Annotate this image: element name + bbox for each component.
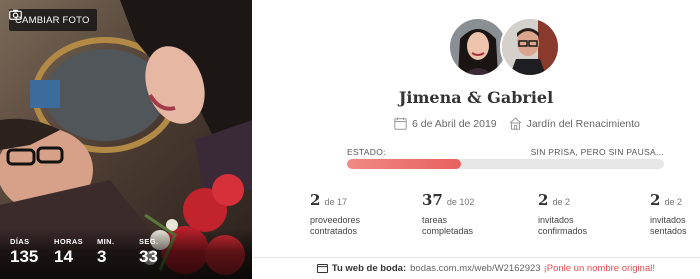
- status-value: SIN PRISA, PERO SIN PAUSA...: [530, 147, 664, 157]
- countdown-days: DÍAS 135: [10, 237, 40, 279]
- stat-desc-line1: invitados: [650, 215, 686, 225]
- groom-photo: [502, 19, 558, 75]
- stat-desc-line1: invitados: [538, 215, 574, 225]
- stat-count: 2: [650, 191, 661, 209]
- countdown-value: 14: [54, 247, 73, 266]
- stat-total: de 2: [552, 197, 570, 207]
- status-row: ESTADO: SIN PRISA, PERO SIN PAUSA...: [347, 147, 664, 157]
- stat-total: de 102: [446, 197, 475, 207]
- web-icon: [316, 264, 328, 273]
- stat-desc-line2: completadas: [422, 226, 474, 236]
- wedding-summary: Jimena & Gabriel 6 de Abril de 2019 Jard…: [252, 0, 700, 279]
- couple-name: Jimena & Gabriel: [398, 88, 554, 107]
- stat-total: de 17: [324, 197, 347, 207]
- countdown-label: HORAS: [54, 237, 84, 246]
- countdown-minutes: MIN. 3: [97, 237, 125, 279]
- cover-photo: CAMBIAR FOTO DÍAS 135 HORAS 14 MIN. 3 SE…: [0, 0, 252, 279]
- rename-website-link[interactable]: ¡Ponle un nombre original!: [544, 263, 655, 274]
- countdown-label: SEG.: [139, 237, 159, 246]
- wedding-website-bar: Tu web de boda: bodas.com.mx/web/W216292…: [252, 257, 700, 279]
- website-url[interactable]: bodas.com.mx/web/W2162923: [410, 263, 540, 274]
- countdown-seconds: SEG. 33: [139, 237, 159, 279]
- stat-desc-line2: confirmados: [538, 226, 588, 236]
- stat-desc-line2: contratados: [310, 226, 358, 236]
- avatar-groom[interactable]: [500, 17, 560, 77]
- status-label: ESTADO:: [347, 147, 386, 157]
- stat-desc-line1: tareas: [422, 215, 448, 225]
- wedding-countdown: DÍAS 135 HORAS 14 MIN. 3 SEG. 33: [0, 229, 252, 279]
- stat-desc-line1: proveedores: [310, 215, 361, 225]
- stat-tasks[interactable]: 37 de 102 tareas completadas: [422, 191, 474, 237]
- camera-icon: [9, 9, 22, 20]
- wedding-date-text: 6 de Abril de 2019: [412, 117, 497, 130]
- countdown-value: 33: [139, 247, 158, 266]
- stat-vendors[interactable]: 2 de 17 proveedores contratados: [310, 191, 360, 237]
- wedding-meta: 6 de Abril de 2019 Jardín del Renacimien…: [394, 117, 652, 130]
- bride-photo: [450, 19, 506, 75]
- countdown-label: DÍAS: [10, 237, 30, 246]
- planning-progress-fill: [347, 159, 462, 169]
- couple-avatars: [448, 17, 560, 79]
- change-photo-button[interactable]: CAMBIAR FOTO: [9, 9, 97, 31]
- stat-count: 2: [538, 191, 549, 209]
- wedding-venue[interactable]: Jardín del Renacimiento: [509, 117, 640, 130]
- stat-guests-confirmed[interactable]: 2 de 2 invitados confirmados: [538, 191, 587, 237]
- avatar-bride[interactable]: [448, 17, 508, 77]
- countdown-hours: HORAS 14: [54, 237, 83, 279]
- calendar-icon: [394, 117, 407, 130]
- countdown-label: MIN.: [97, 237, 115, 246]
- countdown-value: 3: [97, 247, 107, 266]
- change-photo-label: CAMBIAR FOTO: [15, 14, 90, 26]
- stat-count: 37: [422, 191, 443, 209]
- stat-guests-seated[interactable]: 2 de 2 invitados sentados: [650, 191, 687, 237]
- venue-icon: [509, 117, 521, 130]
- stat-desc-line2: sentados: [650, 226, 687, 236]
- stat-count: 2: [310, 191, 321, 209]
- wedding-date[interactable]: 6 de Abril de 2019: [394, 117, 497, 130]
- stat-total: de 2: [664, 197, 682, 207]
- wedding-venue-text: Jardín del Renacimiento: [526, 117, 640, 130]
- website-label: Tu web de boda:: [331, 263, 407, 274]
- countdown-value: 135: [10, 247, 39, 266]
- planning-progress-bar: [347, 159, 664, 169]
